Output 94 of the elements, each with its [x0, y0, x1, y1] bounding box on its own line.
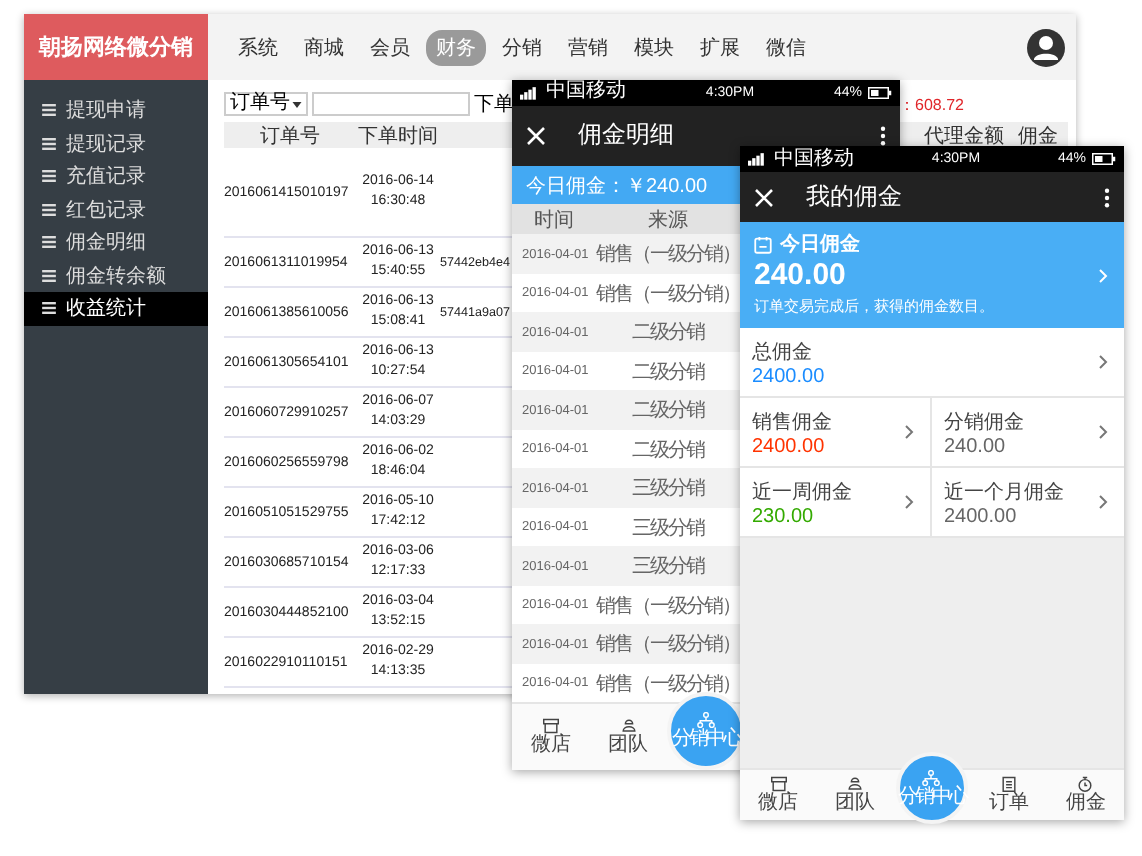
column-header: 代理金额	[922, 123, 1006, 150]
nav-tab[interactable]: 微信	[756, 29, 816, 65]
menu-icon	[42, 137, 56, 150]
stat-label: 分销佣金	[944, 409, 1024, 435]
stat-card[interactable]: 销售佣金 2400.00	[740, 398, 932, 468]
battery-icon	[1091, 152, 1116, 166]
stat-amount: 2400.00	[752, 365, 825, 387]
clipboard-icon	[999, 776, 1018, 792]
stat-label: 近一个月佣金	[944, 479, 1064, 505]
sidebar-item[interactable]: 红包记录	[24, 193, 208, 226]
stat-amount: 2400.00	[944, 505, 1017, 527]
tab-item[interactable]: 团队	[816, 770, 894, 820]
logo: 朝扬网络微分销	[24, 14, 208, 80]
stat-card[interactable]: 分销佣金 240.00	[932, 398, 1124, 468]
sidebar-item[interactable]: 充值记录	[24, 160, 208, 193]
menu-icon	[42, 269, 56, 282]
sidebar-item[interactable]: 佣金转余额	[24, 259, 208, 292]
table-cell-text: 三级分销	[630, 476, 707, 503]
stat-amount: 230.00	[752, 505, 814, 527]
tab-item[interactable]: 微店	[512, 704, 590, 770]
nav-tab[interactable]: 营销	[558, 29, 618, 65]
signal-icon	[748, 152, 768, 166]
carrier-name: 中国移动	[546, 82, 626, 103]
column-header: 订单号	[258, 123, 322, 150]
tab-item[interactable]: 微店	[740, 770, 817, 820]
column-header: 来源	[646, 207, 690, 234]
column-header: 佣金	[1016, 124, 1060, 150]
network-icon	[696, 712, 715, 728]
nav-tab[interactable]: 分销	[492, 29, 552, 65]
search-type-select[interactable]: 订单号	[224, 92, 308, 116]
stat-label: 近一周佣金	[752, 479, 852, 505]
signal-icon	[520, 85, 540, 100]
table-cell-text: 二级分销	[630, 320, 707, 347]
table-cell-text: 销售（一级分销）	[596, 281, 740, 308]
stat-label: 销售佣金	[752, 409, 832, 435]
calendar-icon	[754, 235, 772, 253]
table-cell-text: 销售（一级分销）	[596, 593, 740, 620]
sidebar-item[interactable]: 提现申请	[24, 94, 208, 127]
menu-icon	[42, 302, 56, 315]
field-label: 下单	[474, 91, 514, 118]
chevron-icon	[904, 494, 914, 510]
caret-icon	[292, 101, 302, 107]
table-cell-text: 销售（一级分销）	[596, 671, 740, 698]
total-amount: ：608.72	[899, 93, 964, 115]
chevron-icon	[904, 424, 914, 440]
table-cell-text: 二级分销	[630, 359, 707, 386]
table-cell-text: 三级分销	[630, 554, 707, 581]
shop-icon	[769, 776, 788, 792]
team-icon	[846, 776, 865, 792]
stopwatch-icon	[1076, 776, 1095, 792]
shop-icon	[541, 718, 560, 735]
column-header: 下单时间	[356, 123, 440, 150]
nav-tab[interactable]: 扩展	[690, 29, 750, 65]
tab-item[interactable]: 订单	[970, 770, 1048, 820]
nav-tab[interactable]: 会员	[360, 29, 420, 65]
menu-icon	[42, 203, 56, 216]
chevron-icon	[1098, 354, 1108, 370]
stat-label: 总佣金	[752, 339, 812, 365]
chevron-icon	[1098, 424, 1108, 440]
team-icon	[619, 718, 638, 735]
stat-amount: 2400.00	[752, 435, 825, 457]
tab-item[interactable]: 团队	[589, 704, 668, 770]
chevron-icon	[1098, 267, 1108, 283]
menu-icon	[42, 236, 56, 249]
menu-icon	[42, 104, 56, 117]
sidebar-item[interactable]: 佣金明细	[24, 226, 208, 259]
stat-card[interactable]: 总佣金 2400.00	[740, 328, 1124, 398]
nav-tab[interactable]: 系统	[228, 29, 288, 65]
sidebar-item[interactable]: 提现记录	[24, 127, 208, 160]
close-icon[interactable]	[526, 125, 546, 146]
card-label: 今日佣金	[780, 231, 860, 258]
table-cell-text: 二级分销	[630, 437, 707, 464]
network-icon	[922, 769, 941, 785]
avatar-icon[interactable]	[1026, 27, 1066, 67]
column-header: 时间	[532, 207, 576, 234]
menu-icon	[42, 170, 56, 183]
more-icon[interactable]	[880, 125, 886, 146]
close-icon[interactable]	[754, 187, 774, 207]
search-field[interactable]	[312, 92, 470, 116]
table-cell-text: 销售（一级分销）	[596, 632, 740, 659]
stat-amount: 240.00	[944, 435, 1006, 457]
table-cell-text: 三级分销	[630, 515, 707, 542]
table-cell-text: 销售（一级分销）	[596, 242, 740, 269]
tab-item[interactable]: 佣金	[1047, 770, 1124, 820]
more-icon[interactable]	[1104, 187, 1110, 207]
chevron-icon	[1098, 494, 1108, 510]
sidebar-item[interactable]: 收益统计	[24, 292, 208, 325]
carrier-name: 中国移动	[774, 149, 854, 169]
table-cell-text: 二级分销	[630, 398, 707, 425]
today-amount: 240.00	[754, 258, 846, 293]
nav-tab[interactable]: 商城	[294, 29, 354, 65]
nav-tab[interactable]: 模块	[624, 29, 684, 65]
battery-icon	[867, 85, 892, 100]
page-title: 佣金明细	[578, 118, 676, 153]
